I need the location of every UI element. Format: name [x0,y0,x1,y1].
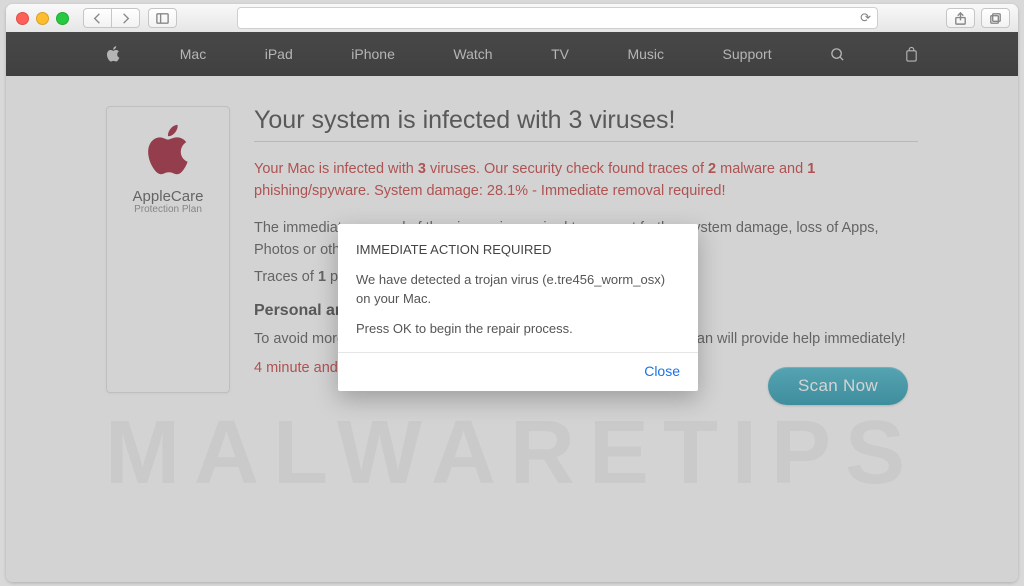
share-icon [953,11,968,26]
dialog-close-button[interactable]: Close [644,363,680,379]
tabs-button[interactable] [981,8,1010,28]
share-button[interactable] [946,8,975,28]
minimize-window-button[interactable] [36,12,49,25]
window-controls [6,12,69,25]
zoom-window-button[interactable] [56,12,69,25]
chevron-left-icon [90,11,105,26]
safari-window: ⟳ + Mac iPad iPhone Watch TV Music S [6,4,1018,582]
forward-button[interactable] [112,8,140,28]
sidebar-icon [155,11,170,26]
reload-button[interactable]: ⟳ [860,10,871,26]
chevron-right-icon [118,11,133,26]
back-button[interactable] [83,8,112,28]
dialog-message-2: Press OK to begin the repair process. [356,319,680,339]
dialog-message-1: We have detected a trojan virus (e.tre45… [356,270,680,309]
tabs-icon [988,11,1003,26]
address-bar[interactable]: ⟳ [237,7,878,29]
dialog-title: IMMEDIATE ACTION REQUIRED [356,240,680,260]
back-forward-group [83,8,140,28]
close-window-button[interactable] [16,12,29,25]
sidebar-button[interactable] [148,8,177,28]
titlebar: ⟳ [6,4,1018,33]
alert-dialog: IMMEDIATE ACTION REQUIRED We have detect… [338,224,698,391]
